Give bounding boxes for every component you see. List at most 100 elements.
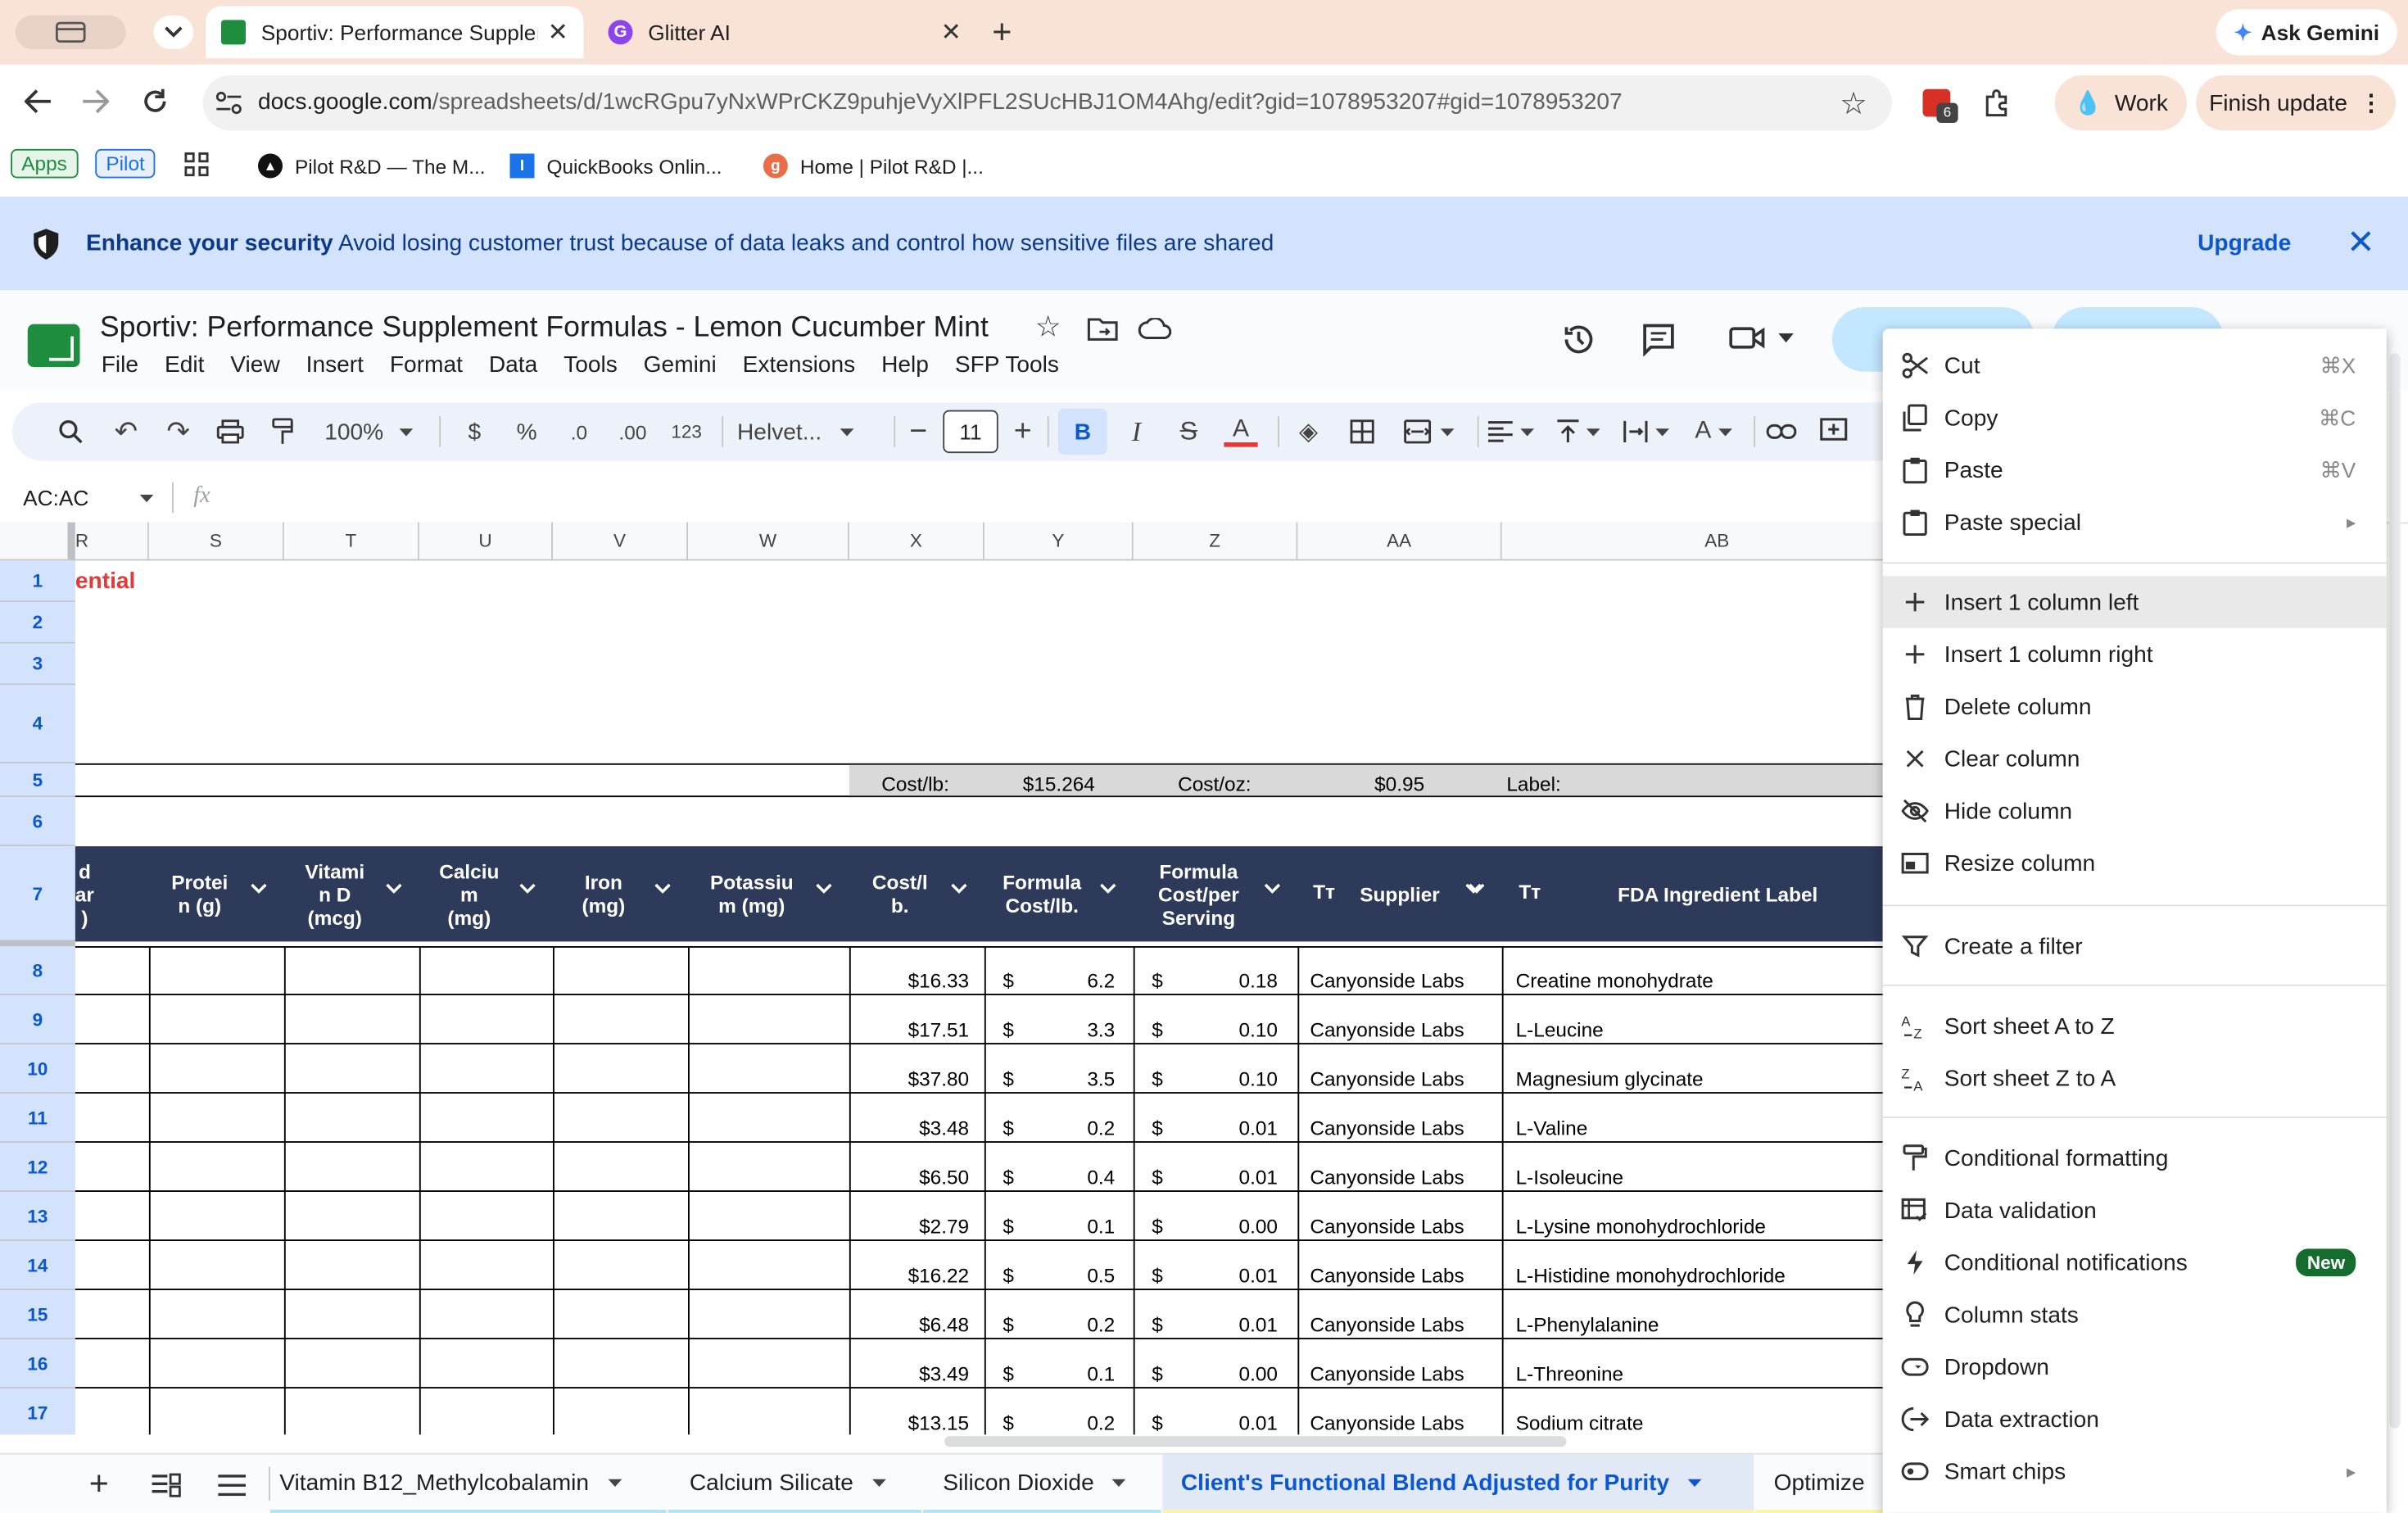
sheet-tab-vitamin-b12[interactable]: Vitamin B12_Methylcobalamin (270, 1455, 667, 1513)
redo-icon[interactable]: ↷ (160, 402, 197, 460)
apps-grid-icon[interactable] (184, 152, 209, 177)
tab-sportiv[interactable]: Sportiv: Performance Supplem ✕ (206, 6, 584, 59)
header-cell-v[interactable]: Iron (mg) (553, 846, 688, 941)
finish-update-button[interactable]: Finish update ⋮ (2196, 75, 2396, 131)
bold-button[interactable]: B (1057, 408, 1107, 455)
sheet-tab-optimize[interactable]: Optimize (1755, 1455, 1883, 1513)
menu-item-delete-column[interactable]: Delete column (1883, 681, 2387, 733)
sheets-logo-icon[interactable] (27, 324, 80, 368)
column-header-y[interactable]: Y (984, 522, 1134, 561)
menu-item-create-a-filter[interactable]: Create a filter (1883, 920, 2387, 972)
vertical-scrollbar[interactable] (2389, 353, 2401, 1429)
ask-gemini-button[interactable]: ✦ Ask Gemini (2216, 9, 2397, 56)
header-cell-t[interactable]: Vitami n D (mcg) (284, 846, 419, 941)
row-header[interactable]: 2 (0, 602, 75, 644)
move-folder-icon[interactable] (1087, 316, 1119, 341)
column-header-z[interactable]: Z (1133, 522, 1298, 561)
menu-item-data-extraction[interactable]: Data extraction (1883, 1393, 2387, 1446)
address-bar[interactable]: docs.google.com/spreadsheets/d/1wcRGpu7y… (202, 75, 1892, 131)
header-cell-y[interactable]: Formula Cost/lb. (984, 846, 1134, 941)
increase-decimal-button[interactable]: .00 (611, 402, 654, 460)
insert-comment-icon[interactable] (1815, 402, 1852, 460)
all-sheets-icon[interactable] (151, 1473, 182, 1497)
header-cell-u[interactable]: Calciu m (mg) (419, 846, 553, 941)
header-cell-x[interactable]: Cost/l b. (849, 846, 984, 941)
menu-item-resize-column[interactable]: Resize column (1883, 837, 2387, 890)
menu-item-dropdown[interactable]: Dropdown (1883, 1341, 2387, 1393)
menu-item-conditional-formatting[interactable]: Conditional formatting (1883, 1132, 2387, 1185)
header-cell-w[interactable]: Potassiu m (mg) (688, 846, 849, 941)
forward-arrow-icon[interactable] (81, 89, 110, 114)
horizontal-align-icon[interactable] (1483, 402, 1539, 460)
filter-dropdown-icon[interactable] (951, 883, 968, 894)
menu-item-data-validation[interactable]: Data validation (1883, 1185, 2387, 1237)
menu-item-cut[interactable]: Cut ⌘X (1883, 339, 2387, 392)
menu-extensions[interactable]: Extensions (743, 351, 856, 378)
merge-cells-icon[interactable] (1395, 402, 1463, 460)
column-header-w[interactable]: W (688, 522, 849, 561)
sheet-tab-silicon-dioxide[interactable]: Silicon Dioxide (922, 1455, 1161, 1513)
menu-help[interactable]: Help (881, 351, 929, 378)
document-title[interactable]: Sportiv: Performance Supplement Formulas… (100, 312, 989, 346)
menu-item-paste[interactable]: Paste ⌘V (1883, 444, 2387, 496)
tab-glitter[interactable]: G Glitter AI ✕ (593, 7, 977, 59)
header-cell-s[interactable]: Protei n (g) (149, 846, 284, 941)
paint-format-icon[interactable] (265, 402, 301, 460)
close-banner-icon[interactable]: ✕ (2347, 223, 2375, 263)
row-header[interactable]: 7 (0, 846, 75, 946)
text-color-button[interactable]: A (1223, 402, 1260, 460)
new-tab-button[interactable]: + (992, 12, 1012, 52)
reload-icon[interactable] (142, 88, 170, 116)
menu-file[interactable]: File (102, 351, 138, 378)
increase-font-size-button[interactable]: + (1007, 402, 1039, 460)
menu-data[interactable]: Data (489, 351, 537, 378)
filter-dropdown-icon[interactable] (816, 883, 833, 894)
extensions-puzzle-icon[interactable] (1983, 89, 2011, 117)
decrease-font-size-button[interactable]: − (903, 402, 935, 460)
decrease-decimal-button[interactable]: .0 (559, 402, 600, 460)
column-header-s[interactable]: S (148, 522, 284, 561)
menu-item-paste-special[interactable]: Paste special ▸ (1883, 496, 2387, 549)
tab-list-button[interactable] (153, 15, 194, 49)
meet-button[interactable] (1729, 324, 1794, 352)
print-icon[interactable] (212, 402, 249, 460)
menu-item-smart-chips[interactable]: Smart chips ▸ (1883, 1445, 2387, 1497)
row-header[interactable]: 5 (0, 763, 75, 798)
bookmark-apps[interactable]: Apps (11, 148, 78, 179)
search-menus-icon[interactable] (52, 402, 89, 460)
filter-dropdown-icon[interactable] (1264, 883, 1281, 894)
header-cell-r[interactable]: d ar ) (75, 846, 149, 941)
menu-item-clear-column[interactable]: Clear column (1883, 732, 2387, 785)
menu-sfp-tools[interactable]: SFP Tools (955, 351, 1059, 378)
more-formats-button[interactable]: 123 (667, 402, 707, 460)
percent-format-button[interactable]: % (510, 402, 544, 460)
row-header[interactable]: 4 (0, 685, 75, 763)
row-header[interactable]: 8 (0, 946, 75, 995)
column-header-r[interactable]: R (75, 522, 149, 561)
menu-format[interactable]: Format (390, 351, 463, 378)
spreadsheet-grid[interactable]: R S T U V W X Y Z AA AB 1 2 3 4 5 6 7 89… (0, 522, 1883, 1435)
filter-dropdown-icon[interactable] (654, 883, 672, 894)
profile-work-button[interactable]: 💧 Work (2054, 75, 2187, 131)
bookmark-pilot-rd[interactable]: ▲ Pilot R&D — The M... (258, 153, 486, 179)
row-header[interactable]: 14 (0, 1241, 75, 1290)
sheet-tab-functional-blend[interactable]: Client's Functional Blend Adjusted for P… (1162, 1454, 1754, 1513)
column-header-aa[interactable]: AA (1297, 522, 1502, 561)
zoom-select[interactable]: 100% (314, 402, 424, 460)
header-cell-ab[interactable]: FDA Ingredient Label (1502, 846, 1883, 941)
text-wrapping-icon[interactable] (1618, 402, 1674, 460)
text-rotation-icon[interactable]: A (1686, 402, 1742, 460)
vertical-align-icon[interactable] (1551, 402, 1607, 460)
back-arrow-icon[interactable] (25, 89, 52, 114)
column-header-u[interactable]: U (419, 522, 553, 561)
row-header[interactable]: 1 (0, 560, 75, 602)
menu-tools[interactable]: Tools (564, 351, 618, 378)
star-icon[interactable]: ☆ (1035, 310, 1061, 346)
row-header[interactable]: 12 (0, 1143, 75, 1192)
menu-gemini[interactable]: Gemini (644, 351, 717, 378)
row-header[interactable]: 10 (0, 1044, 75, 1094)
row-header[interactable]: 3 (0, 643, 75, 686)
column-header-v[interactable]: V (553, 522, 688, 561)
row-header[interactable]: 6 (0, 797, 75, 847)
menu-item-hide-column[interactable]: Hide column (1883, 785, 2387, 837)
